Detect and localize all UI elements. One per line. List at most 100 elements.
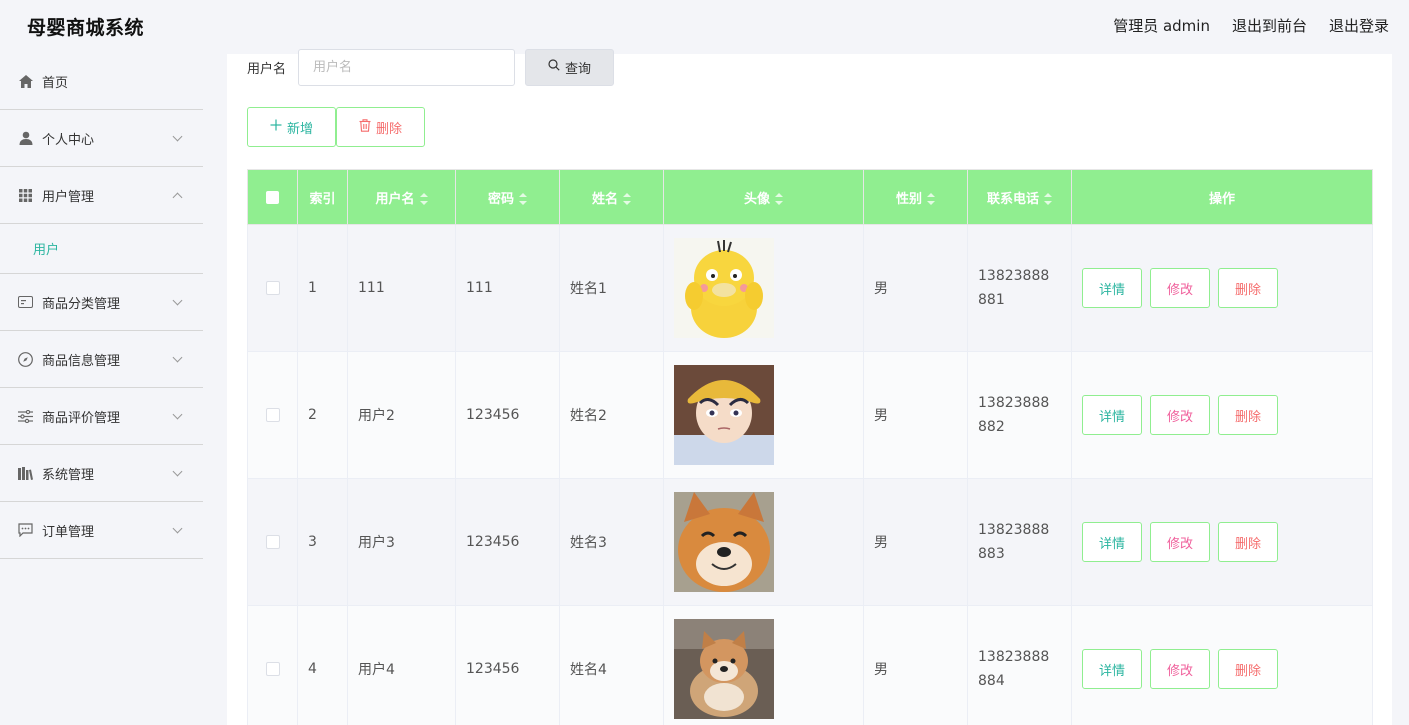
header-phone[interactable]: 联系电话 xyxy=(967,169,1072,225)
sidebar-item-home[interactable]: 首页 xyxy=(0,54,203,110)
sidebar-item-label: 系统管理 xyxy=(42,467,95,483)
cell-password: 123456 xyxy=(455,351,560,479)
trash-icon xyxy=(359,118,371,136)
search-input[interactable] xyxy=(298,48,516,86)
batch-delete-button[interactable]: 删除 xyxy=(336,107,425,147)
header-index: 索引 xyxy=(297,169,348,225)
row-actions: 详情 修改 删除 xyxy=(1082,522,1362,562)
admin-label[interactable]: 管理员 admin xyxy=(1113,15,1210,36)
cell-index: 1 xyxy=(297,224,348,352)
cell-password: 123456 xyxy=(455,478,560,606)
cell-name: 姓名4 xyxy=(559,605,664,725)
sidebar-item-label: 商品评价管理 xyxy=(42,410,121,426)
cell-gender: 男 xyxy=(863,224,968,352)
sidebar-item-goods-management[interactable]: 商品信息管理 xyxy=(0,331,203,388)
table-row: 4 用户4 123456 姓名4 男 13823888884 详情 修改 删除 xyxy=(247,605,1373,725)
table-row: 3 用户3 123456 姓名3 男 13823888883 详情 修改 删除 xyxy=(247,478,1373,606)
search-label: 用户名 xyxy=(247,61,287,77)
sidebar-item-review-management[interactable]: 商品评价管理 xyxy=(0,388,203,445)
cell-phone: 13823888884 xyxy=(978,649,1050,689)
table-row: 1 111 111 姓名1 男 13823888881 详情 修改 删除 xyxy=(247,224,1373,352)
detail-button[interactable]: 详情 xyxy=(1082,649,1142,689)
sidebar-item-personal-center[interactable]: 个人中心 xyxy=(0,110,203,167)
header-username[interactable]: 用户名 xyxy=(347,169,456,225)
sort-icon[interactable] xyxy=(775,193,783,205)
cell-phone: 13823888883 xyxy=(978,522,1050,562)
select-all-checkbox[interactable] xyxy=(266,190,279,204)
detail-button[interactable]: 详情 xyxy=(1082,395,1142,435)
chevron-down-icon xyxy=(172,352,183,363)
sliders-icon xyxy=(18,409,33,424)
sidebar-item-category-management[interactable]: 商品分类管理 xyxy=(0,274,203,331)
header-name[interactable]: 姓名 xyxy=(559,169,664,225)
sidebar-item-label: 用户管理 xyxy=(42,189,95,205)
header-password[interactable]: 密码 xyxy=(455,169,560,225)
cell-username: 111 xyxy=(347,224,456,352)
edit-button[interactable]: 修改 xyxy=(1150,649,1210,689)
avatar-shiba-sitting xyxy=(674,619,774,719)
table-header-row: 索引 用户名 密码 姓名 头像 性别 联系电话 操作 xyxy=(247,169,1373,225)
chevron-down-icon xyxy=(172,295,183,306)
action-bar: 新增 删除 xyxy=(247,107,425,147)
chat-icon xyxy=(18,523,33,538)
detail-button[interactable]: 详情 xyxy=(1082,268,1142,308)
cell-username: 用户3 xyxy=(347,478,456,606)
user-icon xyxy=(18,131,33,146)
sidebar-item-label: 首页 xyxy=(42,76,69,91)
row-checkbox[interactable] xyxy=(265,662,280,676)
sidebar-item-system-management[interactable]: 系统管理 xyxy=(0,445,203,502)
row-checkbox[interactable] xyxy=(265,535,280,549)
search-button[interactable]: 查询 xyxy=(525,48,615,86)
cell-index: 2 xyxy=(297,351,348,479)
sort-icon[interactable] xyxy=(623,193,631,205)
sidebar-item-user-management[interactable]: 用户管理 xyxy=(0,167,203,224)
header-avatar[interactable]: 头像 xyxy=(663,169,864,225)
delete-button[interactable]: 删除 xyxy=(1218,522,1278,562)
cell-name: 姓名2 xyxy=(559,351,664,479)
sort-icon[interactable] xyxy=(519,193,527,205)
sort-icon[interactable] xyxy=(927,193,935,205)
cell-gender: 男 xyxy=(863,351,968,479)
avatar-anime-boy xyxy=(674,365,774,465)
app-title: 母婴商城系统 xyxy=(27,17,145,39)
sidebar-item-label: 个人中心 xyxy=(42,132,95,148)
sidebar-subitem-user[interactable]: 用户 xyxy=(0,224,203,274)
delete-button[interactable]: 删除 xyxy=(1218,649,1278,689)
grid-icon xyxy=(18,188,33,203)
header-select-all[interactable] xyxy=(247,169,298,225)
delete-button[interactable]: 删除 xyxy=(1218,268,1278,308)
edit-button[interactable]: 修改 xyxy=(1150,395,1210,435)
avatar-duck xyxy=(674,238,774,338)
edit-button[interactable]: 修改 xyxy=(1150,522,1210,562)
cell-name: 姓名3 xyxy=(559,478,664,606)
main-content: 用户名 查询 新增 删除 xyxy=(227,48,1392,725)
plus-icon xyxy=(270,119,282,135)
sidebar-item-order-management[interactable]: 订单管理 xyxy=(0,502,203,559)
cell-password: 111 xyxy=(455,224,560,352)
detail-button[interactable]: 详情 xyxy=(1082,522,1142,562)
compass-icon xyxy=(18,351,33,367)
logout-link[interactable]: 退出登录 xyxy=(1329,15,1389,36)
chevron-down-icon xyxy=(172,131,183,142)
sidebar: 首页 个人中心 用户管理 用户 商品分类管理 商品信息管理 商品评价管理 系统管… xyxy=(0,54,203,725)
exit-to-front-link[interactable]: 退出到前台 xyxy=(1232,15,1307,36)
delete-button[interactable]: 删除 xyxy=(1218,395,1278,435)
batch-delete-button-label: 删除 xyxy=(375,121,402,137)
top-bar: 母婴商城系统 管理员 admin 退出到前台 退出登录 xyxy=(0,0,1409,54)
row-checkbox[interactable] xyxy=(265,281,280,295)
chevron-down-icon xyxy=(172,523,183,534)
sort-icon[interactable] xyxy=(419,193,428,205)
books-icon xyxy=(18,466,33,481)
row-actions: 详情 修改 删除 xyxy=(1082,649,1362,689)
row-actions: 详情 修改 删除 xyxy=(1082,395,1362,435)
top-right-links: 管理员 admin 退出到前台 退出登录 xyxy=(1113,15,1389,36)
row-checkbox[interactable] xyxy=(265,408,280,422)
cell-username: 用户4 xyxy=(347,605,456,725)
cell-gender: 男 xyxy=(863,605,968,725)
edit-button[interactable]: 修改 xyxy=(1150,268,1210,308)
chevron-down-icon xyxy=(172,466,183,477)
sort-icon[interactable] xyxy=(1044,193,1052,205)
cell-password: 123456 xyxy=(455,605,560,725)
add-button[interactable]: 新增 xyxy=(247,107,336,147)
header-gender[interactable]: 性别 xyxy=(863,169,968,225)
